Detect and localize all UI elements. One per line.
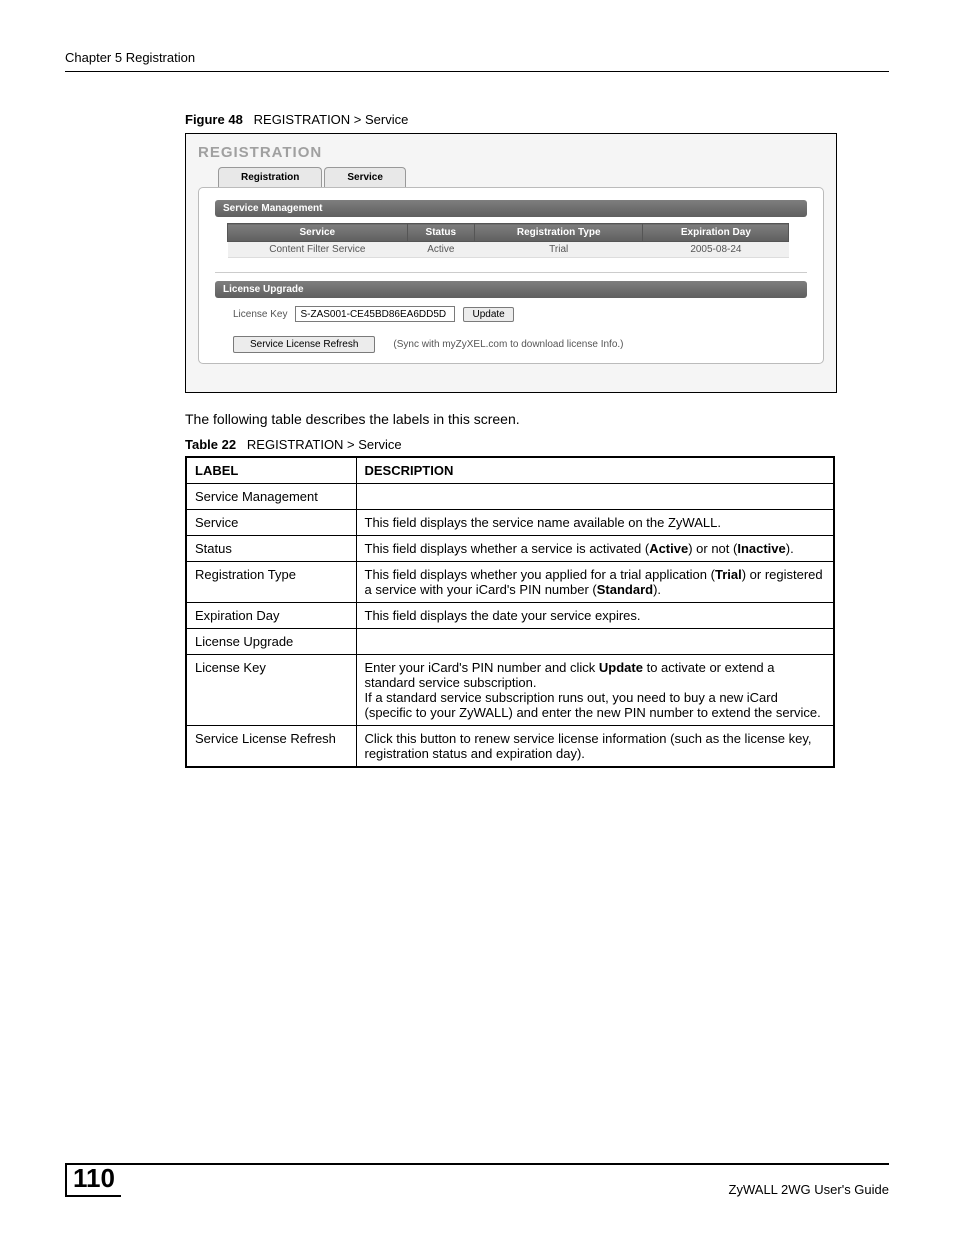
table-caption: Table 22 REGISTRATION > Service xyxy=(185,437,889,452)
tab-registration[interactable]: Registration xyxy=(218,167,322,187)
cell-regtype: Trial xyxy=(475,242,643,258)
table-row: Expiration Day This field displays the d… xyxy=(186,603,834,629)
table-row: Status This field displays whether a ser… xyxy=(186,536,834,562)
tab-service[interactable]: Service xyxy=(324,167,406,187)
figure-caption: Figure 48 REGISTRATION > Service xyxy=(185,112,889,127)
cell-desc: This field displays the date your servic… xyxy=(356,603,834,629)
cell-label: Expiration Day xyxy=(186,603,356,629)
cell-label: Registration Type xyxy=(186,562,356,603)
service-license-refresh-button[interactable]: Service License Refresh xyxy=(233,336,375,353)
update-button[interactable]: Update xyxy=(463,307,513,322)
footer-title: ZyWALL 2WG User's Guide xyxy=(729,1182,889,1197)
section-service-management: Service Management xyxy=(215,200,807,217)
page-footer: 110 ZyWALL 2WG User's Guide xyxy=(65,1163,889,1197)
table-row: Service License Refresh Click this butto… xyxy=(186,726,834,768)
cell-desc: This field displays whether a service is… xyxy=(356,536,834,562)
table-row: Registration Type This field displays wh… xyxy=(186,562,834,603)
table-row: Service Management xyxy=(186,484,834,510)
col-service: Service xyxy=(228,224,408,242)
col-regtype: Registration Type xyxy=(475,224,643,242)
registration-screenshot: REGISTRATION Registration Service Servic… xyxy=(185,133,837,393)
table-row: Service This field displays the service … xyxy=(186,510,834,536)
th-desc: DESCRIPTION xyxy=(356,457,834,484)
cell-desc: This field displays the service name ava… xyxy=(356,510,834,536)
chapter-header: Chapter 5 Registration xyxy=(65,50,889,72)
cell-label: License Upgrade xyxy=(186,629,356,655)
table-row: License Upgrade xyxy=(186,629,834,655)
table-row: Content Filter Service Active Trial 2005… xyxy=(228,242,789,258)
cell-desc: Click this button to renew service licen… xyxy=(356,726,834,768)
page-title: REGISTRATION xyxy=(198,144,824,161)
table-row: License Key Enter your iCard's PIN numbe… xyxy=(186,655,834,726)
cell-label: Status xyxy=(186,536,356,562)
table-title: REGISTRATION > Service xyxy=(247,437,402,452)
section-license-upgrade: License Upgrade xyxy=(215,281,807,298)
cell-expday: 2005-08-24 xyxy=(643,242,789,258)
cell-desc: Enter your iCard's PIN number and click … xyxy=(356,655,834,726)
cell-label: License Key xyxy=(186,655,356,726)
cell-service: Content Filter Service xyxy=(228,242,408,258)
figure-label: Figure 48 xyxy=(185,112,243,127)
description-table: LABEL DESCRIPTION Service Management Ser… xyxy=(185,456,835,768)
table-label: Table 22 xyxy=(185,437,236,452)
intro-text: The following table describes the labels… xyxy=(185,411,889,427)
page-number: 110 xyxy=(65,1163,121,1197)
col-status: Status xyxy=(407,224,474,242)
cell-desc: This field displays whether you applied … xyxy=(356,562,834,603)
figure-title: REGISTRATION > Service xyxy=(254,112,409,127)
cell-label: Service Management xyxy=(186,484,356,510)
cell-status: Active xyxy=(407,242,474,258)
license-key-label: License Key xyxy=(233,309,287,320)
th-label: LABEL xyxy=(186,457,356,484)
refresh-hint: (Sync with myZyXEL.com to download licen… xyxy=(393,339,623,350)
cell-label: Service License Refresh xyxy=(186,726,356,768)
cell-desc xyxy=(356,484,834,510)
col-expday: Expiration Day xyxy=(643,224,789,242)
cell-label: Service xyxy=(186,510,356,536)
license-key-input[interactable] xyxy=(295,306,455,322)
cell-desc xyxy=(356,629,834,655)
divider xyxy=(215,272,807,273)
service-table: Service Status Registration Type Expirat… xyxy=(227,223,789,258)
